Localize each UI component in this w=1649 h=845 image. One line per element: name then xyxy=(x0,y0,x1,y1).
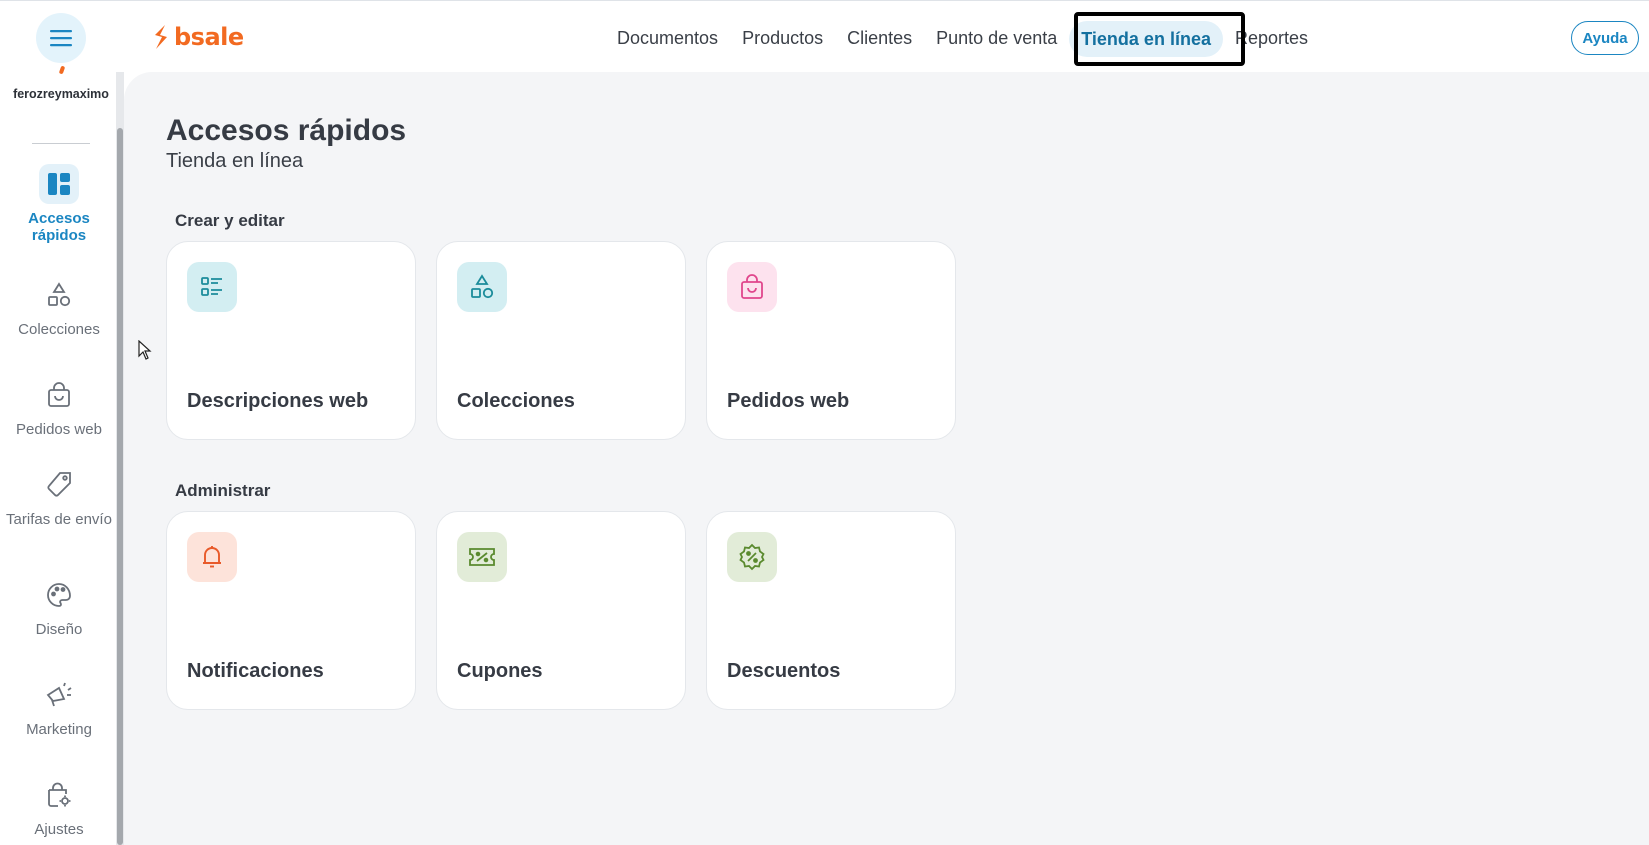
card-descripciones-web[interactable]: Descripciones web xyxy=(166,241,416,440)
shopping-bag-icon xyxy=(727,262,777,312)
username[interactable]: ferozreymaximo xyxy=(12,87,110,102)
shapes-icon xyxy=(39,275,79,315)
sidebar-item-pedidos-web[interactable]: Pedidos web xyxy=(0,375,118,438)
sidebar-item-label: Tarifas de envío xyxy=(6,511,112,528)
megaphone-icon xyxy=(39,675,79,715)
sidebar-item-diseno[interactable]: Diseño xyxy=(0,575,118,638)
shopping-bag-icon xyxy=(39,375,79,415)
nav-productos[interactable]: Productos xyxy=(730,18,835,58)
bell-icon xyxy=(187,532,237,582)
hamburger-icon xyxy=(50,30,72,47)
nav-clientes[interactable]: Clientes xyxy=(835,18,924,58)
sidebar-item-marketing[interactable]: Marketing xyxy=(0,675,118,738)
nav-punto-de-venta[interactable]: Punto de venta xyxy=(924,18,1069,58)
sidebar-item-label: Ajustes xyxy=(34,821,84,838)
card-cupones[interactable]: Cupones xyxy=(436,511,686,710)
dashboard-icon xyxy=(39,164,79,204)
sidebar-item-label: Pedidos web xyxy=(16,421,102,438)
ticket-icon xyxy=(457,532,507,582)
page-title: Accesos rápidos xyxy=(166,114,407,147)
tag-icon xyxy=(39,465,79,505)
shapes-icon xyxy=(457,262,507,312)
card-label: Cupones xyxy=(457,660,543,682)
list-icon xyxy=(187,262,237,312)
bsale-logo[interactable]: bsale xyxy=(152,23,244,51)
sidebar-item-label: Colecciones xyxy=(18,321,100,338)
card-pedidos-web[interactable]: Pedidos web xyxy=(706,241,956,440)
logo-text: bsale xyxy=(174,23,244,51)
card-label: Notificaciones xyxy=(187,660,324,682)
card-label: Pedidos web xyxy=(727,390,850,412)
card-label: Colecciones xyxy=(457,390,575,412)
sidebar-item-label: Marketing xyxy=(26,721,92,738)
sidebar-item-colecciones[interactable]: Colecciones xyxy=(0,275,118,338)
section-administrar: Administrar xyxy=(175,481,271,500)
bsale-logo-icon xyxy=(155,25,167,49)
main-nav: Documentos Productos Clientes Punto de v… xyxy=(605,18,1320,58)
palette-icon xyxy=(39,575,79,615)
sidebar-item-label: Accesos rápidos xyxy=(28,210,90,244)
card-label: Descuentos xyxy=(727,660,841,682)
sidebar-item-ajustes[interactable]: Ajustes xyxy=(0,775,118,838)
card-label: Descripciones web xyxy=(187,390,369,412)
menu-button[interactable] xyxy=(36,13,86,63)
bag-settings-icon xyxy=(39,775,79,815)
help-button[interactable]: Ayuda xyxy=(1571,21,1639,55)
main-content xyxy=(124,72,1649,845)
nav-reportes[interactable]: Reportes xyxy=(1223,18,1320,58)
nav-documentos[interactable]: Documentos xyxy=(605,18,730,58)
sidebar-item-label: Diseño xyxy=(35,621,83,638)
mouse-cursor-icon xyxy=(138,340,152,360)
card-descuentos[interactable]: Descuentos xyxy=(706,511,956,710)
section-crear-y-editar: Crear y editar xyxy=(175,211,285,230)
sidebar-item-accesos-rapidos[interactable]: Accesos rápidos xyxy=(0,164,118,244)
card-colecciones[interactable]: Colecciones xyxy=(436,241,686,440)
sidebar-divider xyxy=(32,143,90,144)
page-subtitle: Tienda en línea xyxy=(166,150,304,172)
nav-tienda-en-linea[interactable]: Tienda en línea xyxy=(1069,21,1223,57)
card-notificaciones[interactable]: Notificaciones xyxy=(166,511,416,710)
discount-badge-icon xyxy=(727,532,777,582)
sidebar-item-tarifas-de-envio[interactable]: Tarifas de envío xyxy=(0,465,118,528)
top-bar: bsale Documentos Productos Clientes Punt… xyxy=(0,0,1649,72)
